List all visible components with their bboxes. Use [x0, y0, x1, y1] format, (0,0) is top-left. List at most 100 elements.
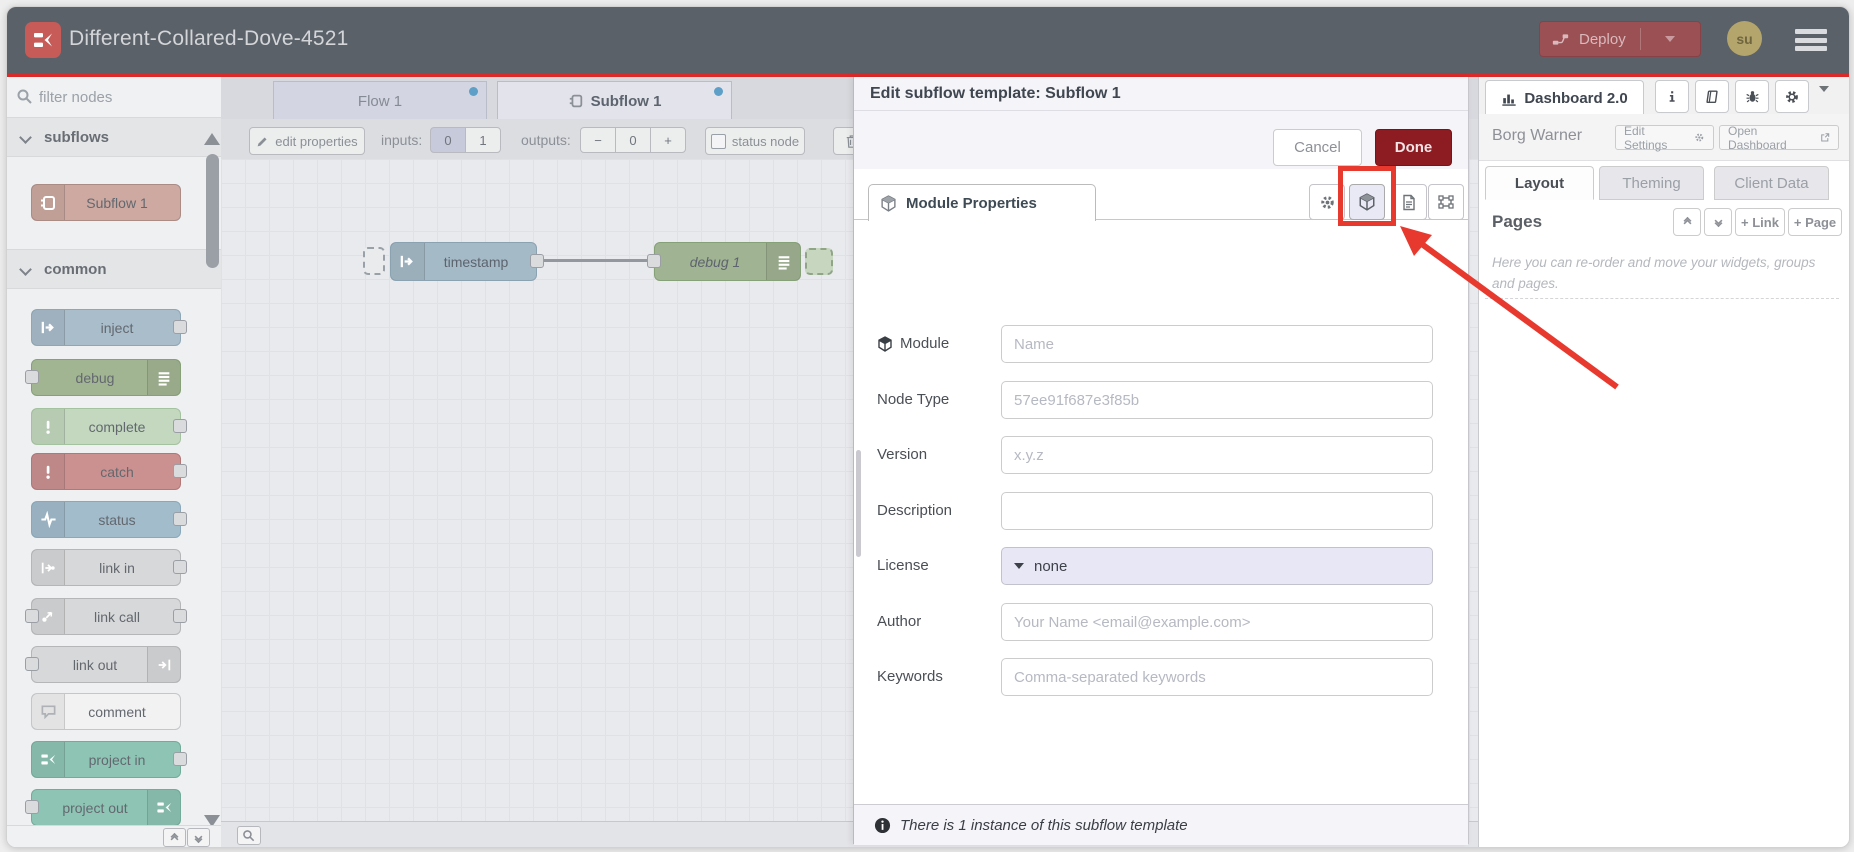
help-tab-button[interactable] — [1695, 80, 1729, 113]
move-up-button[interactable] — [1673, 208, 1701, 236]
search-icon — [243, 829, 255, 841]
palette-node-subflow-1[interactable]: Subflow 1 — [31, 184, 181, 221]
user-avatar[interactable]: su — [1727, 21, 1762, 56]
edit-properties-button[interactable]: edit properties — [249, 127, 365, 155]
zoom-search-button[interactable] — [237, 826, 261, 845]
palette-scrollbar[interactable] — [204, 121, 221, 843]
keywords-input[interactable] — [1001, 658, 1433, 696]
screen: Different-Collared-Dove-4521 Deploy su f… — [0, 0, 1854, 852]
deploy-icon — [1552, 33, 1569, 45]
dashboard-header-row: Borg Warner Edit Settings Open Dashboard — [1479, 114, 1849, 161]
output-port[interactable] — [530, 254, 544, 268]
link-out-icon — [147, 647, 180, 682]
palette-collapse-all-button[interactable] — [163, 828, 186, 847]
tab-client-data[interactable]: Client Data — [1714, 166, 1829, 200]
deploy-button[interactable]: Deploy — [1539, 21, 1701, 57]
project-in-icon — [32, 742, 65, 777]
license-value: none — [1034, 557, 1068, 575]
license-select[interactable]: none — [1001, 547, 1433, 585]
scroll-up-icon[interactable] — [204, 133, 220, 145]
appearance-tab-button[interactable] — [1428, 184, 1464, 220]
gear-icon — [1786, 90, 1798, 103]
palette-node-debug[interactable]: debug — [25, 359, 181, 396]
gear-icon — [1320, 195, 1334, 209]
right-sidebar: Dashboard 2.0 Borg Warner Edit Settings — [1478, 77, 1849, 847]
palette-category-subflows[interactable]: subflows — [7, 117, 221, 157]
move-down-button[interactable] — [1704, 208, 1732, 236]
tab-flow-1[interactable]: Flow 1 — [273, 81, 487, 120]
status-node-toggle[interactable]: status node — [705, 127, 805, 155]
deploy-options-button[interactable] — [1641, 36, 1700, 42]
edit-settings-button[interactable]: Edit Settings — [1615, 124, 1714, 152]
cube-icon — [878, 335, 892, 352]
open-dashboard-button[interactable]: Open Dashboard — [1719, 124, 1839, 152]
subflow-output-stub[interactable] — [805, 248, 833, 275]
sidebar-tab-bar: Dashboard 2.0 — [1479, 77, 1849, 116]
input-port — [25, 657, 39, 671]
filter-nodes-input[interactable] — [37, 84, 201, 110]
palette-node-comment[interactable]: comment — [31, 693, 181, 730]
palette-node-catch[interactable]: catch — [31, 453, 187, 490]
tray-resize-handle[interactable] — [856, 450, 861, 557]
node-type-input[interactable] — [1001, 381, 1433, 419]
tab-layout[interactable]: Layout — [1485, 166, 1594, 200]
palette-node-link-call[interactable]: link call — [25, 598, 187, 635]
palette-node-project-out[interactable]: project out — [25, 789, 181, 826]
debug-tab-button[interactable] — [1735, 80, 1769, 113]
add-link-button[interactable]: + Link — [1735, 208, 1785, 236]
palette-node-inject[interactable]: inject — [31, 309, 187, 346]
outputs-increment-button[interactable]: + — [650, 127, 686, 153]
unsaved-changes-dot — [714, 87, 723, 96]
inputs-label: inputs: — [381, 132, 423, 148]
palette-node-complete[interactable]: complete — [31, 408, 187, 445]
tab-subflow-1[interactable]: Subflow 1 — [497, 81, 732, 120]
description-tab-button[interactable] — [1391, 184, 1427, 220]
cancel-button[interactable]: Cancel — [1273, 129, 1362, 166]
palette-category-common[interactable]: common — [7, 249, 221, 289]
status-icon — [32, 502, 65, 537]
palette-node-project-in[interactable]: project in — [31, 741, 187, 778]
description-input[interactable] — [1001, 492, 1433, 530]
palette-scrollbar-thumb[interactable] — [206, 154, 219, 268]
canvas-node-debug-1[interactable]: debug 1 — [647, 242, 801, 281]
author-input[interactable] — [1001, 603, 1433, 641]
wire[interactable] — [539, 259, 657, 262]
canvas-node-timestamp[interactable]: timestamp — [390, 242, 544, 281]
license-label: License — [877, 557, 929, 574]
workspace-title: Different-Collared-Dove-4521 — [69, 27, 349, 50]
done-button[interactable]: Done — [1375, 129, 1452, 166]
subflow-input-stub[interactable] — [363, 247, 385, 275]
palette-node-link-in[interactable]: link in — [31, 549, 187, 586]
module-properties-tab-button[interactable] — [1349, 184, 1385, 220]
node-red-window: Different-Collared-Dove-4521 Deploy su f… — [6, 6, 1850, 848]
sidebar-menu-button[interactable] — [1819, 86, 1829, 110]
outputs-decrement-button[interactable]: − — [580, 127, 616, 153]
add-page-button[interactable]: + Page — [1788, 208, 1842, 236]
keywords-label: Keywords — [877, 668, 943, 685]
tab-theming[interactable]: Theming — [1599, 166, 1704, 200]
inputs-option-0[interactable]: 0 — [430, 127, 466, 153]
input-port[interactable] — [647, 254, 661, 268]
node-red-logo-icon — [25, 22, 61, 58]
author-label: Author — [877, 613, 922, 630]
search-icon — [17, 89, 32, 104]
comment-icon — [32, 694, 65, 729]
info-icon — [1669, 91, 1675, 102]
palette-node-status[interactable]: status — [31, 501, 187, 538]
edit-properties-tab-button[interactable] — [1309, 184, 1345, 220]
info-tab-button[interactable] — [1655, 80, 1689, 113]
palette-node-link-out[interactable]: link out — [25, 646, 181, 683]
tab-dashboard-2[interactable]: Dashboard 2.0 — [1485, 80, 1644, 116]
outputs-count[interactable]: 0 — [615, 127, 651, 153]
config-tab-button[interactable] — [1775, 80, 1809, 113]
version-input[interactable] — [1001, 436, 1433, 474]
tab-module-properties[interactable]: Module Properties — [868, 184, 1096, 221]
palette-expand-all-button[interactable] — [187, 828, 210, 847]
inputs-option-1[interactable]: 1 — [465, 127, 501, 153]
gear-icon — [1695, 133, 1704, 142]
module-input[interactable] — [1001, 325, 1433, 363]
main-menu-button[interactable] — [1795, 29, 1827, 51]
output-port — [173, 752, 187, 766]
link-in-icon — [32, 550, 65, 585]
cube-icon — [1359, 193, 1375, 211]
